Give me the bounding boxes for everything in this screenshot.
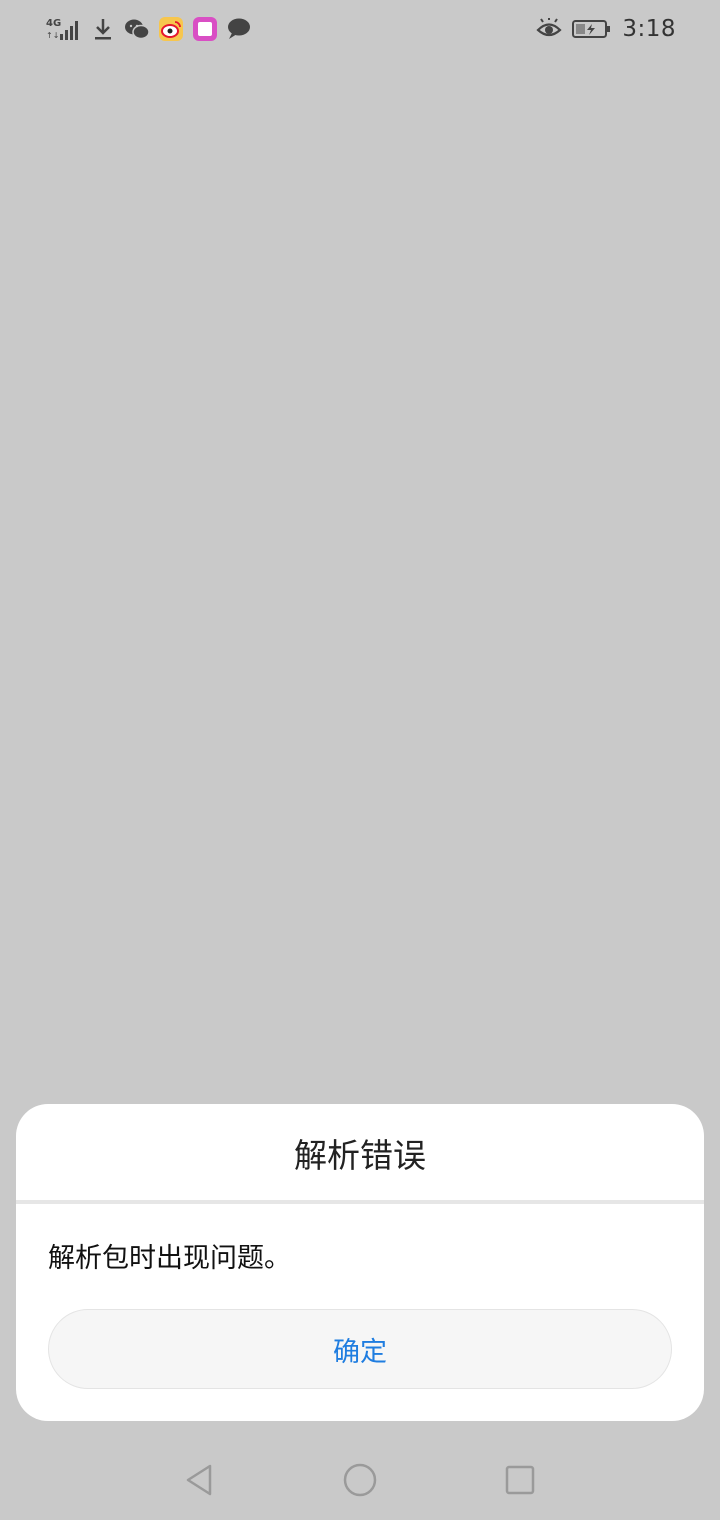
home-button[interactable] [338, 1458, 382, 1502]
status-bar-right: 3:18 [536, 14, 676, 44]
app-icon [192, 16, 218, 42]
recents-icon [505, 1465, 535, 1495]
dialog-divider [16, 1200, 704, 1204]
recents-button[interactable] [498, 1458, 542, 1502]
screen: 4G ↑↓ 3:18 解析错误 解析包时出现问题。 确定 [0, 0, 720, 1520]
svg-text:↑↓: ↑↓ [46, 31, 59, 40]
eye-icon [536, 16, 562, 42]
confirm-button[interactable]: 确定 [48, 1309, 672, 1389]
home-icon [343, 1463, 377, 1497]
status-bar-left: 4G ↑↓ [46, 14, 252, 44]
back-icon [186, 1464, 212, 1496]
error-dialog: 解析错误 解析包时出现问题。 确定 [16, 1104, 704, 1421]
download-icon [90, 16, 116, 42]
back-button[interactable] [178, 1458, 222, 1502]
clock: 3:18 [622, 16, 676, 42]
battery-charging-icon [572, 16, 612, 42]
network-type-label: 4G [46, 18, 61, 29]
wechat-icon [124, 16, 150, 42]
weibo-icon [158, 16, 184, 42]
status-bar: 4G ↑↓ 3:18 [0, 0, 720, 58]
message-icon [226, 16, 252, 42]
dialog-title: 解析错误 [294, 1136, 426, 1175]
navigation-bar [0, 1440, 720, 1520]
signal-icon: 4G ↑↓ [46, 16, 82, 42]
dialog-message: 解析包时出现问题。 [48, 1243, 291, 1274]
